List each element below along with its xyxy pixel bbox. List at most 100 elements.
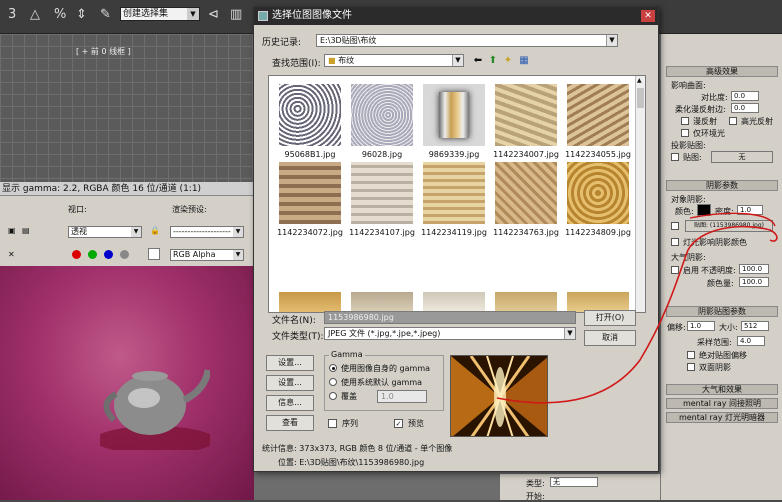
file-item[interactable]: 1142234107.jpg bbox=[347, 162, 417, 246]
clear-icon[interactable]: ✕ bbox=[8, 250, 15, 259]
setup-button[interactable]: 设置... bbox=[266, 355, 314, 371]
snap-icon[interactable]: 3 bbox=[8, 7, 16, 22]
bias-label: 偏移: bbox=[667, 323, 686, 332]
location-line: 位置: E:\3D贴图\布纹\1153986980.jpg bbox=[278, 458, 425, 467]
lock-icon[interactable]: 🔒 bbox=[150, 226, 160, 235]
file-item[interactable] bbox=[491, 292, 561, 312]
mental-ray-shader-rollout[interactable]: mental ray 灯光明暗器 bbox=[666, 412, 778, 423]
bias-spinner[interactable]: 1.0 bbox=[687, 321, 715, 331]
up-folder-icon[interactable]: ⬆ bbox=[487, 55, 499, 67]
viewport-label[interactable]: [ + 前 0 线框 ] bbox=[76, 46, 131, 57]
file-item[interactable]: 1142234072.jpg bbox=[275, 162, 345, 246]
file-item[interactable] bbox=[347, 292, 417, 312]
affect-surface-label: 影响曲面: bbox=[671, 81, 706, 90]
projector-map-label: 投影贴图: bbox=[671, 141, 706, 150]
atmospheres-effects-rollout[interactable]: 大气和效果 bbox=[666, 384, 778, 395]
viewport-select[interactable]: 透视 ▼ bbox=[68, 226, 142, 238]
soften-spinner[interactable]: 0.0 bbox=[731, 103, 759, 113]
red-channel-toggle[interactable] bbox=[72, 250, 81, 259]
sample-range-spinner[interactable]: 4.0 bbox=[737, 336, 765, 346]
edit-named-selection-icon[interactable]: ✎ bbox=[100, 7, 111, 22]
settings-button[interactable]: 设置... bbox=[266, 375, 314, 391]
info-button[interactable]: 信息... bbox=[266, 395, 314, 411]
specular-checkbox[interactable] bbox=[729, 117, 737, 125]
background-color-swatch[interactable] bbox=[148, 248, 160, 260]
file-list[interactable]: 95068B1.jpg 96028.jpg 9869339.jpg 114223400… bbox=[268, 75, 646, 313]
contrast-spinner[interactable]: 0.0 bbox=[731, 91, 759, 101]
two-sided-label: 双面阴影 bbox=[699, 363, 731, 372]
mental-ray-indirect-rollout[interactable]: mental ray 间接照明 bbox=[666, 398, 778, 409]
cancel-button[interactable]: 取消 bbox=[584, 330, 636, 346]
absolute-bias-label: 绝对贴图偏移 bbox=[699, 351, 747, 360]
selection-set-dropdown[interactable]: 创建选择集 ▼ bbox=[120, 7, 200, 21]
spinner-snap-icon[interactable]: ⇕ bbox=[76, 7, 87, 22]
scroll-thumb[interactable] bbox=[637, 88, 644, 108]
angle-snap-icon[interactable]: △ bbox=[30, 7, 40, 22]
file-item[interactable]: 1142234055.jpg bbox=[563, 84, 633, 168]
shadow-parameters-rollout[interactable]: 阴影参数 bbox=[666, 180, 778, 191]
file-item[interactable]: 1142234007.jpg bbox=[491, 84, 561, 168]
file-item[interactable] bbox=[275, 292, 345, 312]
alpha-channel-toggle[interactable] bbox=[120, 250, 129, 259]
gamma-title: Gamma bbox=[329, 350, 365, 359]
select-bitmap-dialog: 选择位图图像文件 ✕ 历史记录: E:\3D贴图\布纹 ▼ 查找范围(I): ■… bbox=[253, 6, 659, 472]
file-thumbnail bbox=[351, 162, 413, 224]
align-icon[interactable]: ▥ bbox=[230, 7, 242, 22]
projector-map-checkbox[interactable] bbox=[671, 153, 679, 161]
mirror-icon[interactable]: ⊲ bbox=[208, 7, 219, 22]
density-spinner[interactable]: 1.0 bbox=[737, 205, 763, 215]
back-icon[interactable]: ⬅ bbox=[472, 55, 484, 67]
filetype-dropdown[interactable]: JPEG 文件 (*.jpg,*.jpe,*.jpeg) ▼ bbox=[324, 327, 576, 340]
shadow-map-params-rollout[interactable]: 阴影贴图参数 bbox=[666, 306, 778, 317]
shadow-color-swatch[interactable] bbox=[697, 204, 711, 216]
shadow-map-checkbox[interactable] bbox=[671, 222, 679, 230]
file-item[interactable]: 1142234809.jpg bbox=[563, 162, 633, 246]
scrollbar[interactable]: ▲ bbox=[635, 76, 645, 312]
file-item[interactable]: 95068B1.jpg bbox=[275, 84, 345, 168]
file-item[interactable]: 96028.jpg bbox=[347, 84, 417, 168]
new-folder-icon[interactable]: ✦ bbox=[502, 55, 514, 67]
advanced-effects-rollout[interactable]: 高级效果 bbox=[666, 66, 778, 77]
green-channel-toggle[interactable] bbox=[88, 250, 97, 259]
gamma-override-spinner[interactable]: 1.0 bbox=[377, 390, 427, 403]
save-image-icon[interactable]: ▣ bbox=[8, 226, 16, 235]
chevron-down-icon: ▼ bbox=[233, 250, 243, 260]
filename-input[interactable]: 1153986980.jpg bbox=[324, 311, 576, 324]
projector-map-button[interactable]: 无 bbox=[711, 151, 773, 163]
view-menu-icon[interactable]: ▦ bbox=[518, 55, 530, 67]
close-icon[interactable]: ✕ bbox=[641, 10, 655, 22]
preset-select[interactable]: -------------------- ▼ bbox=[170, 226, 244, 238]
gamma-system-radio[interactable] bbox=[329, 378, 337, 386]
absolute-bias-checkbox[interactable] bbox=[687, 351, 695, 359]
teapot-render bbox=[100, 369, 210, 450]
ambient-only-checkbox[interactable] bbox=[681, 129, 689, 137]
gamma-own-radio[interactable] bbox=[329, 364, 337, 372]
color-amount-label: 颜色量: bbox=[707, 279, 734, 288]
file-item[interactable]: 1142234763.jpg bbox=[491, 162, 561, 246]
file-item[interactable]: 1142234119.jpg bbox=[419, 162, 489, 246]
color-amount-spinner[interactable]: 100.0 bbox=[739, 277, 769, 287]
file-item[interactable] bbox=[419, 292, 489, 312]
shadow-map-button[interactable]: 贴图: (1153986980.jpg) bbox=[685, 220, 773, 232]
percent-snap-icon[interactable]: % bbox=[54, 7, 66, 22]
gamma-override-radio[interactable] bbox=[329, 392, 337, 400]
open-button[interactable]: 打开(O) bbox=[584, 310, 636, 326]
channel-select[interactable]: RGB Alpha ▼ bbox=[170, 249, 244, 261]
file-item[interactable]: 9869339.jpg bbox=[419, 84, 489, 168]
opacity-spinner[interactable]: 100.0 bbox=[739, 264, 769, 274]
scroll-up-icon[interactable]: ▲ bbox=[637, 77, 642, 84]
atmos-enable-checkbox[interactable] bbox=[671, 266, 679, 274]
type-select[interactable]: 无 bbox=[550, 477, 598, 487]
lookin-dropdown[interactable]: ■ 布纹 ▼ bbox=[324, 54, 464, 67]
copy-image-icon[interactable]: ▤ bbox=[22, 226, 30, 235]
view-button[interactable]: 查看 bbox=[266, 415, 314, 431]
history-dropdown[interactable]: E:\3D贴图\布纹 ▼ bbox=[316, 34, 618, 47]
sequence-checkbox[interactable] bbox=[328, 419, 337, 428]
file-thumbnail bbox=[279, 292, 341, 312]
light-affects-checkbox[interactable] bbox=[671, 238, 679, 246]
size-spinner[interactable]: 512 bbox=[741, 321, 769, 331]
blue-channel-toggle[interactable] bbox=[104, 250, 113, 259]
diffuse-checkbox[interactable] bbox=[681, 117, 689, 125]
preview-checkbox[interactable]: ✓ bbox=[394, 419, 403, 428]
two-sided-checkbox[interactable] bbox=[687, 363, 695, 371]
